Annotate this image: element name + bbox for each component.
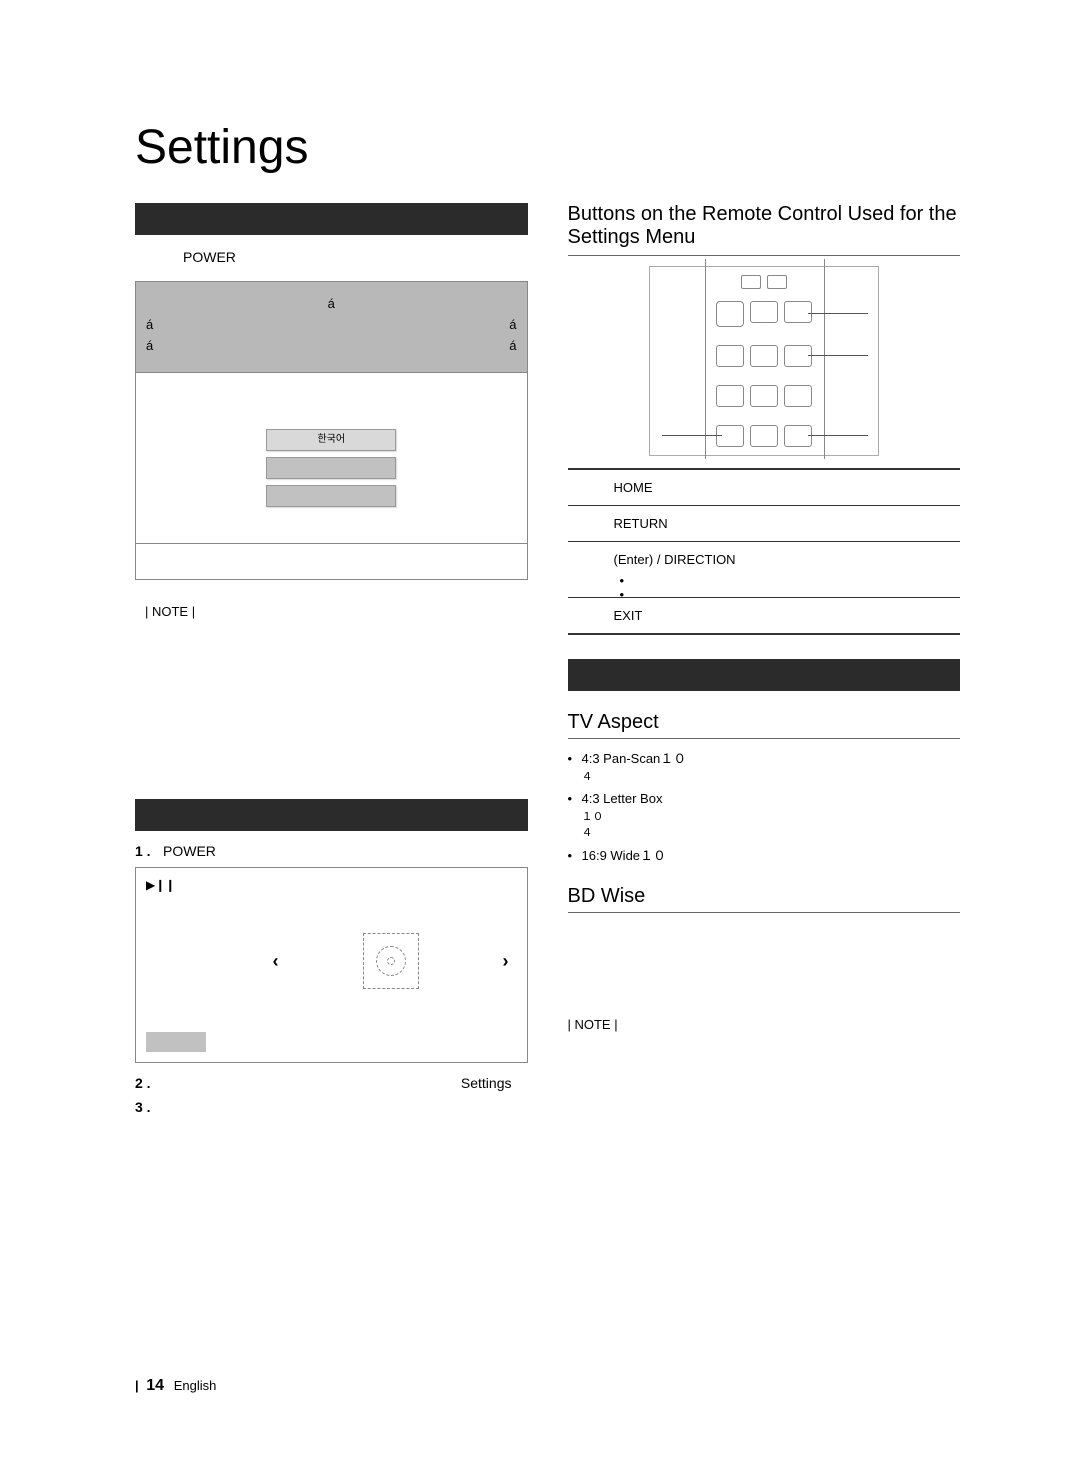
remote-button	[750, 345, 778, 367]
list-item: 4:3 Letter Box １０ ４	[568, 789, 961, 842]
tv-aspect-list: 4:3 Pan-Scan１０ ４ 4:3 Letter Box １０ ４ 16:…	[568, 749, 961, 865]
power-label: POWER	[135, 243, 528, 271]
note-label: | NOTE |	[135, 604, 528, 619]
home-screen-panel: ▶❙❙ ‹ ›	[135, 867, 528, 1063]
remote-button	[716, 345, 744, 367]
section-bar	[135, 203, 528, 235]
section-bar	[568, 659, 961, 691]
remote-button	[784, 385, 812, 407]
page-footer: | 14 English	[135, 1377, 216, 1395]
step-text: Settings	[163, 1075, 528, 1091]
remote-diagram	[649, 266, 879, 456]
remote-button	[784, 425, 812, 447]
page-title: Settings	[135, 120, 960, 175]
remote-button	[750, 425, 778, 447]
step-text: POWER	[163, 843, 216, 859]
setup-panel-header: á áá áá	[136, 282, 527, 372]
list-item: 16:9 Wide１０	[568, 846, 961, 866]
chevron-right-icon[interactable]: ›	[503, 951, 509, 972]
step-number: 3 .	[135, 1099, 163, 1115]
chevron-left-icon[interactable]: ‹	[273, 951, 279, 972]
remote-button-table: HOME RETURN (Enter) / DIRECTION E	[568, 468, 961, 635]
table-row: HOME	[568, 469, 961, 506]
step-number: 2 .	[135, 1075, 163, 1091]
table-row: EXIT	[568, 598, 961, 635]
remote-button	[716, 301, 744, 327]
panel-bottom-chip	[146, 1032, 206, 1052]
remote-button	[750, 301, 778, 323]
list-item: 4:3 Pan-Scan１０ ４	[568, 749, 961, 785]
page-number: 14	[146, 1377, 164, 1394]
initial-setup-panel: á áá áá 한국어	[135, 281, 528, 580]
subsection-heading: TV Aspect	[568, 711, 961, 734]
gear-icon[interactable]	[363, 933, 419, 989]
section-bar	[135, 799, 528, 831]
note-label: | NOTE |	[568, 1017, 961, 1032]
language-option[interactable]	[266, 457, 396, 479]
right-column: Buttons on the Remote Control Used for t…	[568, 203, 961, 1123]
setup-panel-footer	[136, 543, 527, 579]
table-row: (Enter) / DIRECTION	[568, 542, 961, 598]
startup-steps-continued: 2 . Settings 3 .	[135, 1075, 528, 1115]
language-option[interactable]	[266, 485, 396, 507]
remote-button	[784, 345, 812, 367]
step-number: 1 .	[135, 843, 163, 859]
remote-button	[750, 385, 778, 407]
left-column: POWER á áá áá 한국어 | NOT	[135, 203, 528, 1123]
section-heading: Buttons on the Remote Control Used for t…	[568, 203, 961, 249]
language-option-selected[interactable]: 한국어	[266, 429, 396, 451]
play-pause-icon: ▶❙❙	[146, 878, 175, 892]
startup-steps: 1 . POWER	[135, 843, 528, 859]
page-language: English	[174, 1378, 217, 1393]
remote-button	[784, 301, 812, 323]
remote-button	[716, 425, 744, 447]
remote-button	[716, 385, 744, 407]
table-row: RETURN	[568, 506, 961, 542]
subsection-heading: BD Wise	[568, 885, 961, 908]
